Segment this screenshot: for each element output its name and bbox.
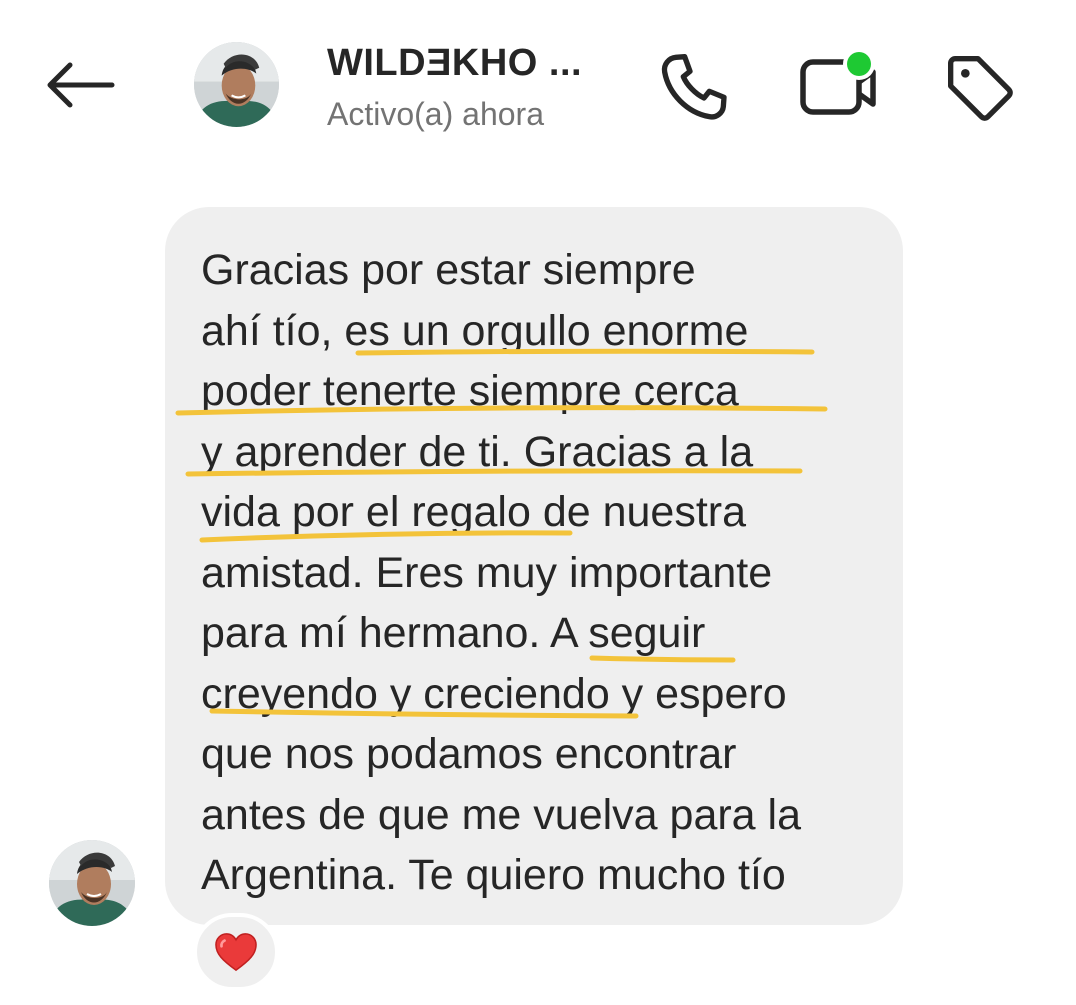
tag-icon — [948, 56, 1013, 121]
message-line: antes de que me vuelva para la — [201, 790, 802, 839]
call-button[interactable] — [654, 48, 734, 128]
avatar-photo — [194, 42, 279, 127]
message-text: Gracias por estar siempre ahí tío, es un … — [201, 240, 801, 906]
contact-avatar[interactable] — [194, 42, 279, 127]
back-button[interactable] — [40, 55, 120, 115]
message-line: poder tenerte siempre cerca — [201, 367, 739, 415]
video-call-button[interactable] — [795, 44, 885, 124]
message-reaction[interactable] — [193, 913, 279, 991]
message-line: para mí hermano. A seguir — [201, 609, 706, 657]
video-camera-icon — [800, 48, 876, 115]
message-line: Argentina. Te quiero mucho tío — [201, 851, 786, 899]
phone-icon — [661, 54, 727, 120]
message-line: que nos podamos encontrar — [201, 730, 737, 778]
active-status: Activo(a) ahora — [327, 96, 544, 132]
message-line: ahí tío, es un orgullo enorme — [201, 306, 749, 355]
contact-name[interactable]: WILDƎKHO ... — [327, 42, 582, 85]
arrow-left-icon — [47, 62, 115, 108]
sender-avatar[interactable] — [49, 840, 135, 926]
message-line: amistad. Eres muy importante — [201, 548, 773, 597]
tag-button[interactable] — [940, 48, 1020, 128]
message-line: vida por el regalo de nuestra — [201, 488, 747, 536]
message-line: y aprender de ti. Gracias a la — [201, 427, 754, 476]
online-indicator — [847, 52, 871, 76]
message-line: Gracias por estar siempre — [201, 246, 696, 294]
heart-icon — [215, 933, 257, 972]
message-line: creyendo y creciendo y espero — [201, 669, 787, 718]
avatar-photo — [49, 840, 135, 926]
